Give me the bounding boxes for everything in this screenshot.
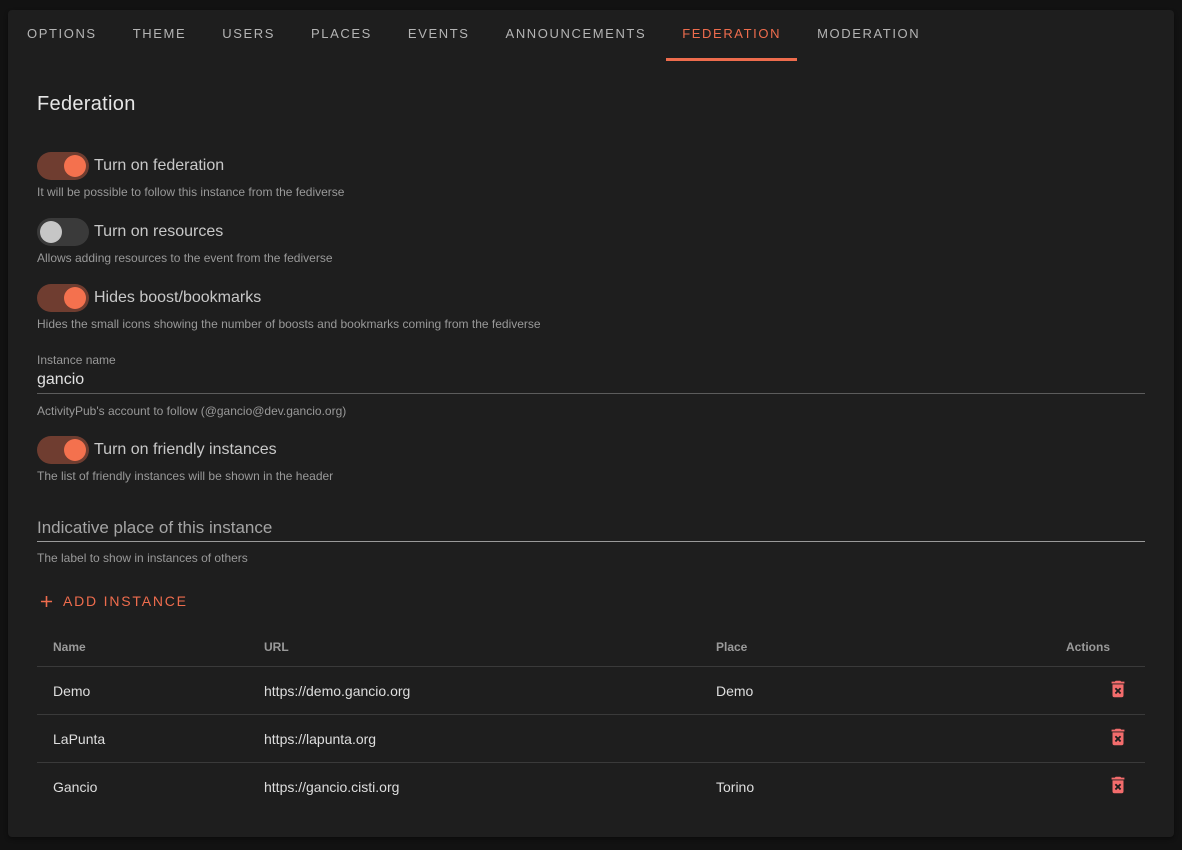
hide-boosts-toggle[interactable] [37,284,89,312]
trash-delete-icon [1107,678,1129,700]
admin-tabbar: OPTIONS THEME USERS PLACES EVENTS ANNOUN… [8,10,1174,61]
tab-places[interactable]: PLACES [295,10,388,58]
table-row: Gancio https://gancio.cisti.org Torino [37,763,1145,811]
tab-federation[interactable]: FEDERATION [666,10,797,58]
instance-place-field-group: The label to show in instances of others [37,517,1145,566]
federation-toggle-hint: It will be possible to follow this insta… [37,185,1145,200]
instance-place-hint: The label to show in instances of others [37,551,1145,566]
delete-instance-button[interactable] [1107,678,1129,700]
instance-name-hint: ActivityPub's account to follow (@gancio… [37,404,1145,419]
instance-name-cell: LaPunta [37,715,248,763]
instance-name-cell: Gancio [37,763,248,811]
instance-name-label: Instance name [37,353,1145,368]
resources-toggle[interactable] [37,218,89,246]
tab-users[interactable]: USERS [206,10,291,58]
instance-name-input[interactable] [37,370,1145,394]
resources-toggle-hint: Allows adding resources to the event fro… [37,251,1145,266]
resources-toggle-group: Turn on resources Allows adding resource… [37,218,1145,266]
tab-moderation[interactable]: MODERATION [801,10,936,58]
hide-boosts-toggle-label: Hides boost/bookmarks [94,289,261,307]
tab-options[interactable]: OPTIONS [11,10,113,58]
admin-panel-card: OPTIONS THEME USERS PLACES EVENTS ANNOUN… [8,10,1174,837]
column-header-name: Name [37,629,248,667]
tab-announcements[interactable]: ANNOUNCEMENTS [490,10,663,58]
toggle-knob [40,221,62,243]
instance-url-cell: https://lapunta.org [248,715,700,763]
plus-icon [37,592,56,611]
hide-boosts-toggle-group: Hides boost/bookmarks Hides the small ic… [37,284,1145,332]
friendly-instances-toggle-hint: The list of friendly instances will be s… [37,469,1145,484]
toggle-knob [64,287,86,309]
federation-toggle-group: Turn on federation It will be possible t… [37,152,1145,200]
instance-place-input[interactable] [37,517,1145,542]
friendly-instances-toggle-label: Turn on friendly instances [94,441,277,459]
trash-delete-icon [1107,774,1129,796]
friendly-toggle-group: Turn on friendly instances The list of f… [37,436,1145,484]
table-header-row: Name URL Place Actions [37,629,1145,667]
federation-toggle[interactable] [37,152,89,180]
add-instance-button[interactable]: ADD INSTANCE [37,590,188,612]
toggle-knob [64,439,86,461]
instance-name-cell: Demo [37,667,248,715]
instance-place-cell: Demo [700,667,1050,715]
table-row: Demo https://demo.gancio.org Demo [37,667,1145,715]
instance-url-cell: https://gancio.cisti.org [248,763,700,811]
tab-events[interactable]: EVENTS [392,10,486,58]
instance-place-cell: Torino [700,763,1050,811]
instance-name-field-group: Instance name ActivityPub's account to f… [37,353,1145,419]
delete-instance-button[interactable] [1107,774,1129,796]
tab-theme[interactable]: THEME [117,10,203,58]
column-header-place: Place [700,629,1050,667]
federation-toggle-label: Turn on federation [94,157,224,175]
federation-settings-panel: Federation Turn on federation It will be… [8,92,1174,811]
delete-instance-button[interactable] [1107,726,1129,748]
friendly-instances-table: Name URL Place Actions Demo https://demo… [37,629,1145,811]
toggle-knob [64,155,86,177]
add-instance-label: ADD INSTANCE [63,593,188,609]
trash-delete-icon [1107,726,1129,748]
column-header-url: URL [248,629,700,667]
friendly-instances-toggle[interactable] [37,436,89,464]
instance-url-cell: https://demo.gancio.org [248,667,700,715]
instance-place-cell [700,715,1050,763]
column-header-actions: Actions [1050,629,1145,667]
hide-boosts-toggle-hint: Hides the small icons showing the number… [37,317,1145,332]
table-row: LaPunta https://lapunta.org [37,715,1145,763]
resources-toggle-label: Turn on resources [94,223,223,241]
page-title: Federation [37,92,1145,116]
